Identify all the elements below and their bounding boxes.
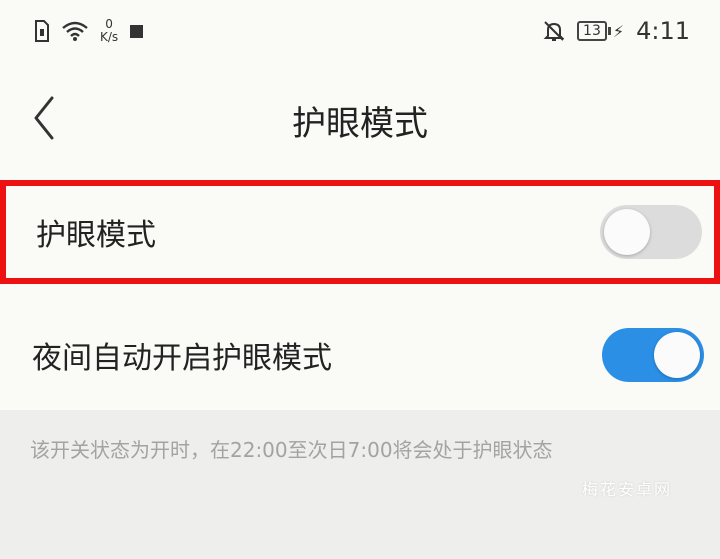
battery-tip [607, 27, 611, 35]
note-area: 该开关状态为开时，在22:00至次日7:00将会处于护眼状态 梅花安卓网 [0, 410, 720, 559]
notification-square-icon [130, 24, 144, 38]
wifi-icon [62, 21, 88, 41]
setting-row-night-auto[interactable]: 夜间自动开启护眼模式 [0, 303, 720, 407]
title-bar: 护眼模式 [0, 62, 720, 174]
night-mode-note: 该开关状态为开时，在22:00至次日7:00将会处于护眼状态 [30, 438, 553, 462]
watermark: 梅花安卓网 [581, 480, 672, 499]
setting-label-eye-protection: 护眼模式 [36, 218, 156, 253]
setting-label-night-auto: 夜间自动开启护眼模式 [32, 341, 332, 376]
battery-level: 13 [577, 21, 607, 41]
night-auto-toggle[interactable] [602, 328, 704, 382]
toggle-knob [604, 209, 650, 255]
mute-bell-icon [543, 21, 565, 41]
toggle-knob [654, 332, 700, 378]
battery-icon: 13 ⚡ [577, 21, 624, 41]
setting-row-eye-protection[interactable]: 护眼模式 [0, 180, 720, 284]
eye-protection-toggle[interactable] [600, 205, 702, 259]
status-left: 0 K/s [34, 18, 144, 44]
network-speed: 0 K/s [100, 18, 118, 44]
clock: 4:11 [636, 17, 690, 45]
status-bar: 0 K/s 13 ⚡ 4:11 [0, 0, 720, 62]
sim-icon [35, 20, 49, 42]
network-speed-unit: K/s [100, 30, 119, 44]
page-title: 护眼模式 [292, 104, 428, 144]
status-right: 13 ⚡ 4:11 [543, 17, 690, 45]
charging-bolt-icon: ⚡ [612, 21, 625, 41]
